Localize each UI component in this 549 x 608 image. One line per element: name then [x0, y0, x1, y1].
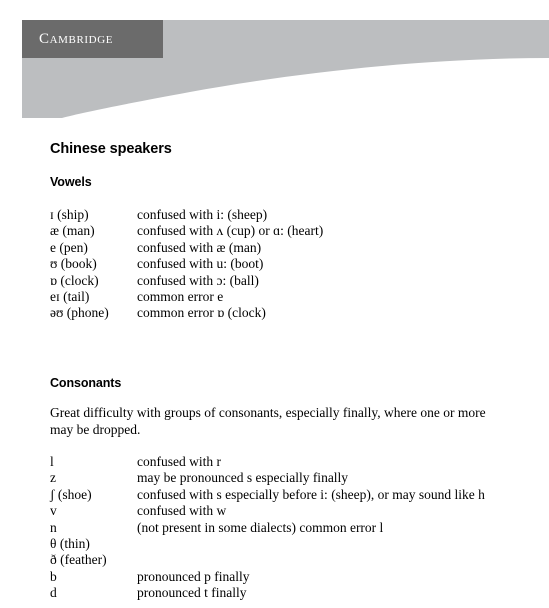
section-heading-consonants: Consonants: [50, 376, 122, 390]
consonant-symbol: z: [50, 470, 56, 486]
vowel-symbol: eɪ (tail): [50, 289, 90, 305]
vowel-note: confused with ʌ (cup) or ɑ: (heart): [137, 223, 324, 239]
table-row: ʊ (book) confused with u: (boot): [50, 256, 537, 272]
table-row: θ (thin): [50, 536, 537, 552]
vowel-note: confused with i: (sheep): [137, 207, 268, 222]
table-row: v confused with w: [50, 503, 537, 519]
consonants-table: l confused with r z may be pronounced s …: [50, 454, 537, 602]
vowels-table: ɪ (ship) confused with i: (sheep) æ (man…: [50, 207, 537, 322]
table-row: ʃ (shoe) confused with s especially befo…: [50, 487, 537, 503]
consonant-note: confused with r: [137, 454, 221, 469]
page-title: Chinese speakers: [50, 141, 172, 157]
consonant-note: (not present in some dialects) common er…: [137, 519, 384, 535]
vowel-symbol: ʊ (book): [50, 256, 97, 272]
cambridge-logo-text: Cambridge: [39, 30, 114, 47]
consonant-note: may be pronounced s especially finally: [137, 470, 349, 486]
table-row: b pronounced p finally: [50, 569, 537, 585]
vowel-symbol: əʊ (phone): [50, 305, 109, 321]
consonants-intro-paragraph: Great difficulty with groups of consonan…: [50, 405, 486, 437]
table-row: z may be pronounced s especially finally: [50, 470, 537, 486]
consonant-symbol: ʃ (shoe): [50, 486, 92, 502]
consonant-note: pronounced p finally: [137, 568, 250, 584]
consonant-note: confused with s especially before i: (sh…: [137, 486, 485, 502]
table-row: d pronounced t finally: [50, 585, 537, 601]
table-row: n (not present in some dialects) common …: [50, 520, 537, 536]
consonant-note: pronounced t finally: [137, 585, 247, 601]
page-masthead: Cambridge: [0, 0, 549, 122]
vowel-symbol: ɪ (ship): [50, 207, 89, 222]
table-row: e (pen) confused with æ (man): [50, 240, 537, 256]
masthead-graphic: [22, 20, 549, 118]
vowel-note: confused with u: (boot): [137, 256, 264, 272]
table-row: æ (man) confused with ʌ (cup) or ɑ: (hea…: [50, 223, 537, 239]
table-row: eɪ (tail) common error e: [50, 289, 537, 305]
vowel-note: confused with ɔ: (ball): [137, 272, 259, 288]
consonant-note: [137, 536, 537, 552]
vowel-symbol: e (pen): [50, 239, 88, 255]
consonant-symbol: v: [50, 503, 57, 519]
vowel-symbol: æ (man): [50, 223, 95, 239]
vowel-note: confused with æ (man): [137, 239, 262, 255]
consonant-symbol: l: [50, 454, 54, 469]
section-heading-vowels: Vowels: [50, 175, 92, 189]
table-row: l confused with r: [50, 454, 537, 470]
table-row: ð (feather): [50, 552, 537, 568]
consonant-symbol: ð (feather): [50, 552, 107, 568]
vowel-note: common error ɒ (clock): [137, 305, 266, 321]
consonant-symbol: n: [50, 519, 57, 535]
table-row: əʊ (phone) common error ɒ (clock): [50, 305, 537, 321]
consonant-note: confused with w: [137, 503, 227, 519]
table-row: ɪ (ship) confused with i: (sheep): [50, 207, 537, 223]
consonant-symbol: d: [50, 585, 57, 601]
cambridge-logo-block: Cambridge: [22, 20, 163, 58]
consonant-symbol: θ (thin): [50, 536, 90, 552]
vowel-note: common error e: [137, 289, 224, 305]
consonant-note: [137, 552, 537, 568]
vowel-symbol: ɒ (clock): [50, 272, 99, 288]
table-row: ɒ (clock) confused with ɔ: (ball): [50, 273, 537, 289]
consonant-symbol: b: [50, 568, 57, 584]
